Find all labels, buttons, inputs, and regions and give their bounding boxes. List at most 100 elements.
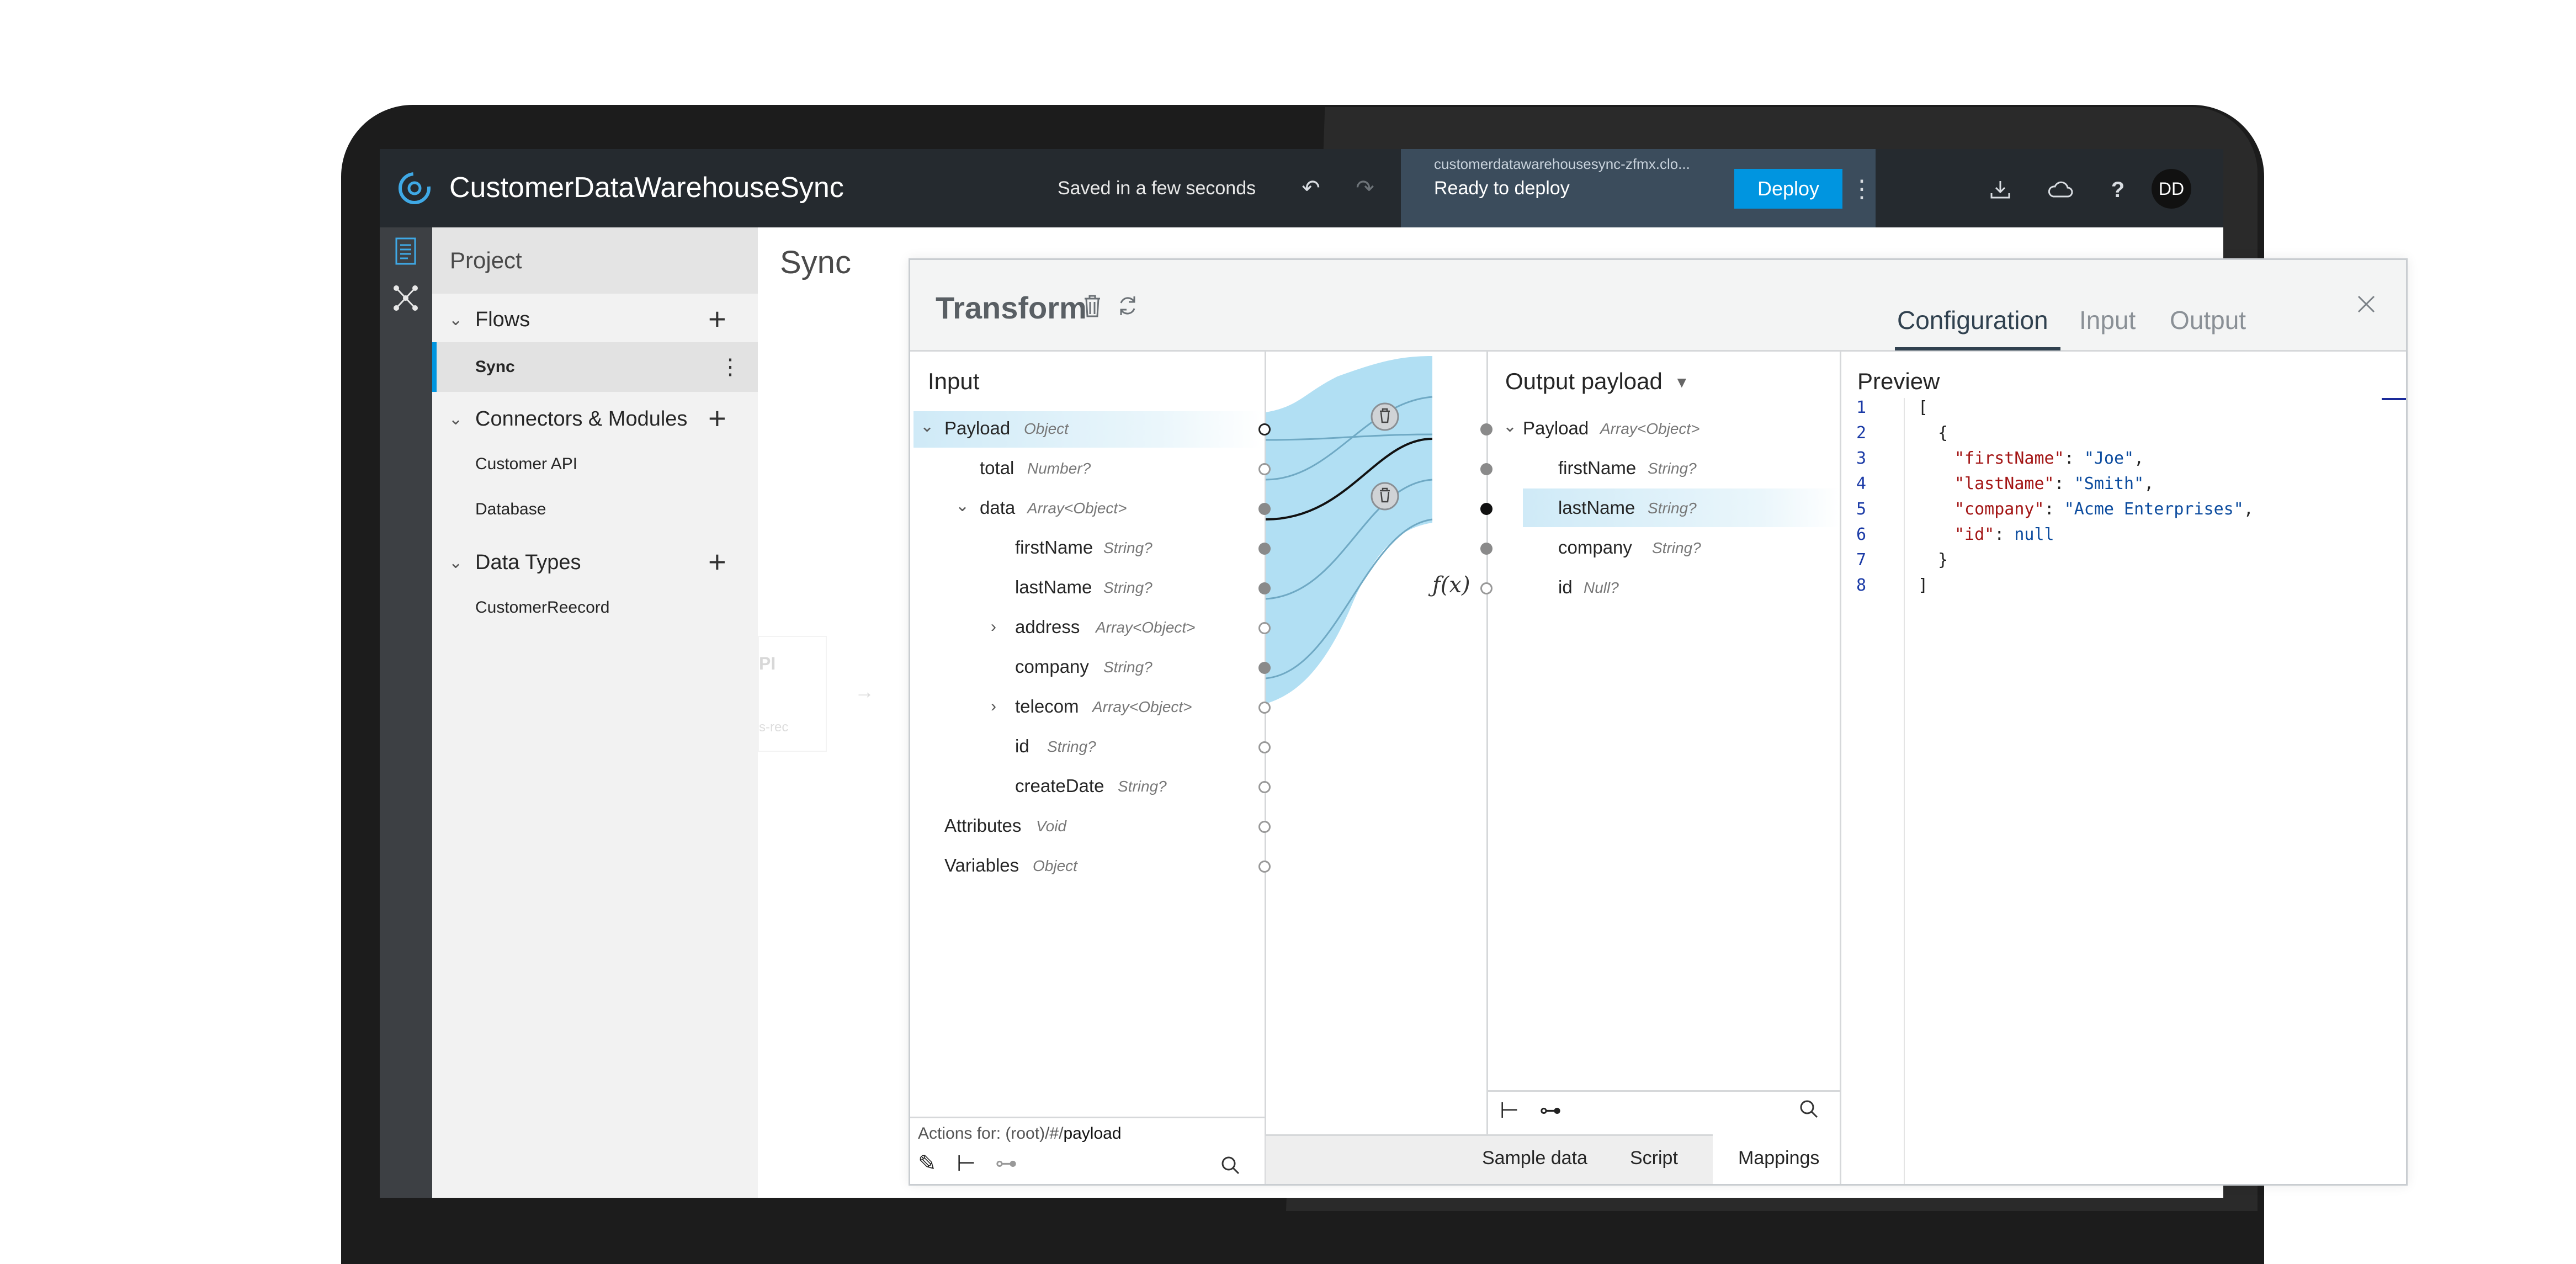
document-icon[interactable] [392, 235, 419, 268]
trash-icon[interactable] [1081, 292, 1106, 322]
transform-title: Transform [936, 290, 1087, 325]
flows-heading[interactable]: Flows [475, 308, 530, 332]
output-field-name[interactable]: Payload [1523, 418, 1589, 439]
deploy-url[interactable]: customerdatawarehousesync-zfmx.clo... [1434, 156, 1690, 173]
output-field-name[interactable]: company [1558, 537, 1632, 558]
sidebar-item-customer-api[interactable]: Customer API [475, 455, 577, 474]
input-field-name[interactable]: data [980, 497, 1015, 518]
connector-point[interactable] [1258, 582, 1271, 594]
code-line: { [1918, 423, 1948, 443]
undo-icon[interactable]: ↶ [1297, 174, 1325, 202]
connector-point[interactable] [1480, 543, 1493, 555]
output-field-name[interactable]: id [1558, 577, 1573, 598]
code-key: "id" [1954, 525, 1995, 544]
input-field-name[interactable]: Attributes [944, 815, 1021, 836]
tab-input[interactable]: Input [2079, 305, 2136, 335]
user-avatar[interactable]: DD [2152, 169, 2191, 209]
input-field-name[interactable]: Variables [944, 855, 1019, 876]
input-field-name[interactable]: firstName [1015, 537, 1093, 558]
datatypes-heading[interactable]: Data Types [475, 551, 581, 575]
connector-point[interactable] [1258, 463, 1271, 475]
more-options-icon[interactable]: ⋮ [1850, 173, 1874, 204]
connector-point[interactable] [1258, 662, 1271, 674]
canvas-title: Sync [780, 245, 851, 280]
tab-script[interactable]: Script [1630, 1148, 1678, 1169]
chevron-down-icon[interactable]: ⌄ [449, 553, 463, 572]
connector-point[interactable] [1258, 741, 1271, 753]
preview-editor[interactable]: 1 2 3 4 5 6 7 8 [ { "firstName": "Joe", … [1843, 398, 2406, 1184]
chevron-down-icon[interactable]: ⌄ [449, 410, 463, 429]
actions-label: Actions for: (root)/#/payload [918, 1124, 1122, 1143]
input-field-name[interactable]: Payload [944, 418, 1010, 439]
tab-sample-data[interactable]: Sample data [1482, 1148, 1587, 1169]
input-field-name[interactable]: telecom [1015, 696, 1079, 717]
app-title: CustomerDataWarehouseSync [449, 172, 844, 204]
input-field-name[interactable]: lastName [1015, 577, 1092, 598]
tree-link-icon[interactable]: ⊶ [995, 1151, 1017, 1176]
input-field-type: String? [1103, 579, 1152, 596]
help-icon[interactable]: ? [2104, 174, 2132, 205]
connector-point[interactable] [1258, 423, 1271, 436]
line-number: 5 [1856, 500, 1867, 519]
cloud-icon[interactable] [2044, 174, 2075, 205]
line-number: 1 [1856, 398, 1867, 417]
tree-link-icon[interactable]: ⊶ [1539, 1098, 1561, 1123]
chevron-right-icon[interactable]: › [991, 618, 996, 636]
code-line: "firstName": "Joe", [1954, 449, 2144, 468]
actions-target: payload [1063, 1124, 1122, 1143]
connector-point[interactable] [1258, 503, 1271, 515]
tab-output[interactable]: Output [2170, 305, 2246, 335]
connector-point[interactable] [1258, 702, 1271, 714]
connector-point[interactable] [1480, 582, 1493, 594]
chevron-right-icon[interactable]: › [991, 697, 996, 716]
redo-icon[interactable]: ↷ [1351, 174, 1379, 202]
connector-point[interactable] [1258, 821, 1271, 833]
tree-icon[interactable]: ⊢ [957, 1151, 976, 1176]
connector-point[interactable] [1258, 622, 1271, 634]
chevron-down-icon[interactable]: ⌄ [449, 310, 463, 330]
refresh-icon[interactable] [1116, 292, 1140, 322]
code-key: "lastName" [1954, 474, 2054, 493]
function-label[interactable]: ƒ(x) [1432, 572, 1470, 598]
app-logo-icon[interactable] [395, 169, 434, 208]
output-field-name[interactable]: lastName [1558, 497, 1635, 518]
chevron-down-icon[interactable]: ⌄ [955, 496, 969, 516]
add-datatype-icon[interactable]: + [708, 546, 726, 577]
input-field-name[interactable]: id [1015, 736, 1029, 757]
edit-icon[interactable]: ✎ [918, 1151, 937, 1176]
add-flow-icon[interactable]: + [708, 304, 726, 334]
search-icon[interactable] [1219, 1154, 1241, 1176]
project-panel: Project ⌄ Flows + Sync ⋮ ⌄ Connectors & … [432, 227, 758, 1198]
input-field-name[interactable]: createDate [1015, 776, 1104, 796]
ghost-connector-card: PI s-rec [758, 636, 827, 752]
connector-point[interactable] [1480, 503, 1493, 515]
tree-icon[interactable]: ⊢ [1500, 1098, 1519, 1123]
input-field-name[interactable]: address [1015, 617, 1080, 638]
connector-point[interactable] [1258, 543, 1271, 555]
connector-point[interactable] [1480, 423, 1493, 436]
tab-configuration[interactable]: Configuration [1897, 305, 2048, 335]
connector-point[interactable] [1258, 781, 1271, 793]
tab-mappings[interactable]: Mappings [1738, 1148, 1819, 1169]
input-field-name[interactable]: total [980, 458, 1014, 479]
input-field-name[interactable]: company [1015, 656, 1089, 677]
add-connector-icon[interactable]: + [708, 403, 726, 434]
connector-point[interactable] [1258, 861, 1271, 873]
left-rail [380, 227, 432, 1198]
output-type-dropdown-icon[interactable]: ▼ [1674, 374, 1690, 391]
connectors-heading[interactable]: Connectors & Modules [475, 407, 687, 431]
sidebar-item-database[interactable]: Database [475, 500, 546, 519]
chevron-down-icon[interactable]: ⌄ [920, 417, 934, 436]
flow-graph-icon[interactable] [392, 283, 419, 314]
chevron-down-icon[interactable]: ⌄ [1503, 417, 1517, 436]
deploy-button[interactable]: Deploy [1734, 169, 1842, 209]
connector-point[interactable] [1480, 463, 1493, 475]
code-value: "Joe" [2084, 449, 2134, 468]
line-number: 3 [1856, 449, 1867, 468]
search-icon[interactable] [1798, 1098, 1820, 1120]
output-field-name[interactable]: firstName [1558, 458, 1636, 479]
sync-more-icon[interactable]: ⋮ [719, 354, 741, 380]
sidebar-item-customer-record[interactable]: CustomerReecord [475, 598, 609, 617]
download-icon[interactable] [1985, 174, 2016, 205]
close-icon[interactable] [2355, 293, 2380, 317]
